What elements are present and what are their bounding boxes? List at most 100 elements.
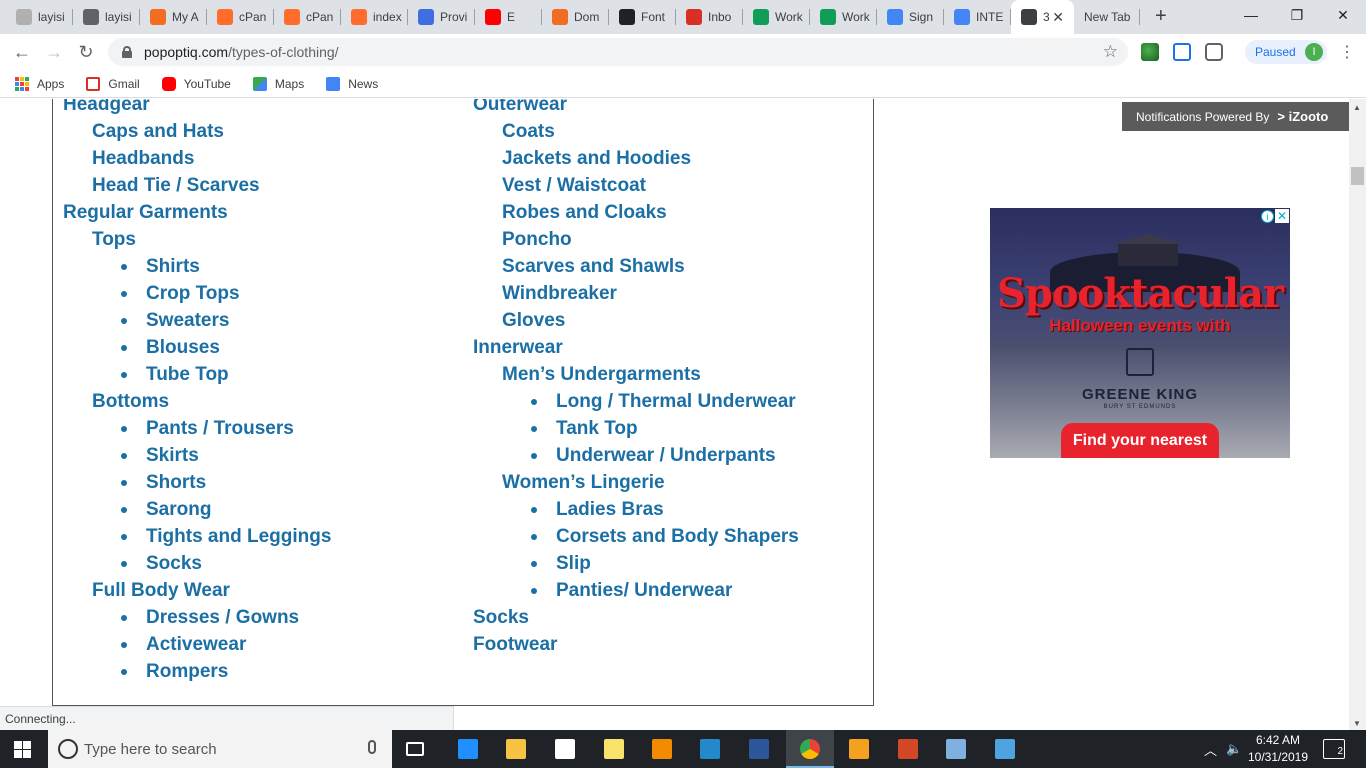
browser-tab[interactable]: index (341, 0, 408, 34)
subcategory-link[interactable]: Tops (92, 226, 136, 253)
ad-cta-button[interactable]: Find your nearest (1061, 423, 1219, 458)
list-item-link[interactable]: Shorts (146, 469, 206, 496)
category-link[interactable]: Outerwear (473, 99, 567, 118)
list-item-link[interactable]: Underwear / Underpants (556, 442, 776, 469)
category-link[interactable]: Innerwear (473, 334, 563, 361)
page-scrollbar[interactable]: ▲ ▼ (1349, 99, 1366, 730)
sticky-notes-icon[interactable] (604, 739, 624, 759)
bookmark-news[interactable]: News (326, 76, 378, 91)
volume-icon[interactable]: 🔈 (1226, 730, 1242, 768)
powerpoint-icon[interactable] (898, 739, 918, 759)
browser-tab[interactable]: Provi (408, 0, 475, 34)
subcategory-link[interactable]: Scarves and Shawls (502, 253, 685, 280)
browser-tab[interactable]: Work (810, 0, 877, 34)
scroll-down-icon[interactable]: ▼ (1353, 719, 1361, 728)
taskbar-clock[interactable]: 6:42 AM 10/31/2019 (1242, 732, 1314, 766)
subcategory-link[interactable]: Full Body Wear (92, 577, 230, 604)
browser-tab[interactable]: Sign (877, 0, 944, 34)
list-item-link[interactable]: Tube Top (146, 361, 229, 388)
subcategory-link[interactable]: Head Tie / Scarves (92, 172, 260, 199)
category-link[interactable]: Regular Garments (63, 199, 228, 226)
browser-tab[interactable]: My A (140, 0, 207, 34)
category-link[interactable]: Headgear (63, 99, 150, 118)
bookmark-gmail[interactable]: Gmail (86, 76, 140, 91)
profile-button[interactable]: Paused I (1245, 40, 1327, 64)
list-item-link[interactable]: Long / Thermal Underwear (556, 388, 796, 415)
subcategory-link[interactable]: Men’s Undergarments (502, 361, 701, 388)
ad-close-icon[interactable]: ✕ (1275, 209, 1289, 223)
extension-cast-icon[interactable] (1205, 43, 1223, 61)
subcategory-link[interactable]: Bottoms (92, 388, 169, 415)
address-bar[interactable]: popoptiq.com/types-of-clothing/ ☆ (108, 38, 1128, 66)
browser-tab[interactable]: Font (609, 0, 676, 34)
extension-globe-icon[interactable] (1141, 43, 1159, 61)
list-item-link[interactable]: Corsets and Body Shapers (556, 523, 799, 550)
taskbar-search-box[interactable]: Type here to search (48, 730, 392, 768)
subcategory-link[interactable]: Vest / Waistcoat (502, 172, 646, 199)
windows-start-icon[interactable] (14, 741, 31, 758)
list-item-link[interactable]: Sarong (146, 496, 211, 523)
edge-icon[interactable] (458, 739, 478, 759)
list-item-link[interactable]: Rompers (146, 658, 228, 685)
list-item-link[interactable]: Pants / Trousers (146, 415, 294, 442)
forward-icon[interactable]: → (42, 40, 66, 64)
subcategory-link[interactable]: Poncho (502, 226, 572, 253)
bookmark-star-icon[interactable]: ☆ (1103, 42, 1118, 62)
browser-tab[interactable]: layisi (6, 0, 73, 34)
list-item-link[interactable]: Shirts (146, 253, 200, 280)
list-item-link[interactable]: Ladies Bras (556, 496, 664, 523)
list-item-link[interactable]: Skirts (146, 442, 199, 469)
minimize-button[interactable]: — (1228, 0, 1274, 30)
extension-window-icon[interactable] (1173, 43, 1191, 61)
notification-bar[interactable]: Notifications Powered By > iZooto (1122, 102, 1349, 131)
microphone-icon[interactable] (368, 740, 376, 754)
tray-expand-icon[interactable]: ︿ (1204, 730, 1217, 768)
subcategory-link[interactable]: Caps and Hats (92, 118, 224, 145)
list-item-link[interactable]: Slip (556, 550, 591, 577)
paint-icon[interactable] (946, 739, 966, 759)
store-icon[interactable] (555, 739, 575, 759)
ad-info-icon[interactable]: i (1261, 210, 1274, 223)
word-icon[interactable] (749, 739, 769, 759)
list-item-link[interactable]: Sweaters (146, 307, 229, 334)
advertisement[interactable]: Spooktacular Halloween events with GREEN… (990, 208, 1290, 458)
browser-tab[interactable]: layisi (73, 0, 140, 34)
tab-close-icon[interactable]: ✕ (1052, 9, 1064, 26)
subcategory-link[interactable]: Windbreaker (502, 280, 617, 307)
browser-tab[interactable]: Dom (542, 0, 609, 34)
category-link[interactable]: Socks (473, 604, 529, 631)
list-item-link[interactable]: Activewear (146, 631, 246, 658)
menu-icon[interactable]: ⋮ (1339, 42, 1355, 62)
bookmark-apps[interactable]: Apps (15, 76, 64, 91)
subcategory-link[interactable]: Jackets and Hoodies (502, 145, 691, 172)
category-link[interactable]: Footwear (473, 631, 557, 658)
remote-desktop-icon[interactable] (995, 739, 1015, 759)
task-view-icon[interactable] (406, 742, 424, 756)
close-window-button[interactable]: ✕ (1320, 0, 1366, 30)
subcategory-link[interactable]: Gloves (502, 307, 565, 334)
scroll-up-icon[interactable]: ▲ (1353, 103, 1361, 112)
browser-tab[interactable]: New Tab (1074, 0, 1140, 34)
file-explorer-icon[interactable] (506, 739, 526, 759)
subcategory-link[interactable]: Coats (502, 118, 555, 145)
list-item-link[interactable]: Crop Tops (146, 280, 240, 307)
list-item-link[interactable]: Dresses / Gowns (146, 604, 299, 631)
list-item-link[interactable]: Socks (146, 550, 202, 577)
chrome-icon[interactable] (800, 739, 820, 759)
new-tab-button[interactable]: + (1155, 5, 1167, 28)
browser-tab[interactable]: Inbo (676, 0, 743, 34)
bookmark-maps[interactable]: Maps (252, 76, 304, 91)
subcategory-link[interactable]: Headbands (92, 145, 194, 172)
list-item-link[interactable]: Panties/ Underwear (556, 577, 732, 604)
reload-icon[interactable]: ↻ (74, 40, 98, 64)
list-item-link[interactable]: Tights and Leggings (146, 523, 331, 550)
browser-tab[interactable]: cPan (207, 0, 274, 34)
subcategory-link[interactable]: Women’s Lingerie (502, 469, 665, 496)
browser-tab[interactable]: INTE (944, 0, 1011, 34)
list-item-link[interactable]: Tank Top (556, 415, 638, 442)
subcategory-link[interactable]: Robes and Cloaks (502, 199, 667, 226)
back-icon[interactable]: ← (10, 40, 34, 64)
action-center-icon[interactable]: 2 (1323, 739, 1345, 759)
browser-tab[interactable]: cPan (274, 0, 341, 34)
browser-tab[interactable]: 3 ✕ (1011, 0, 1074, 34)
